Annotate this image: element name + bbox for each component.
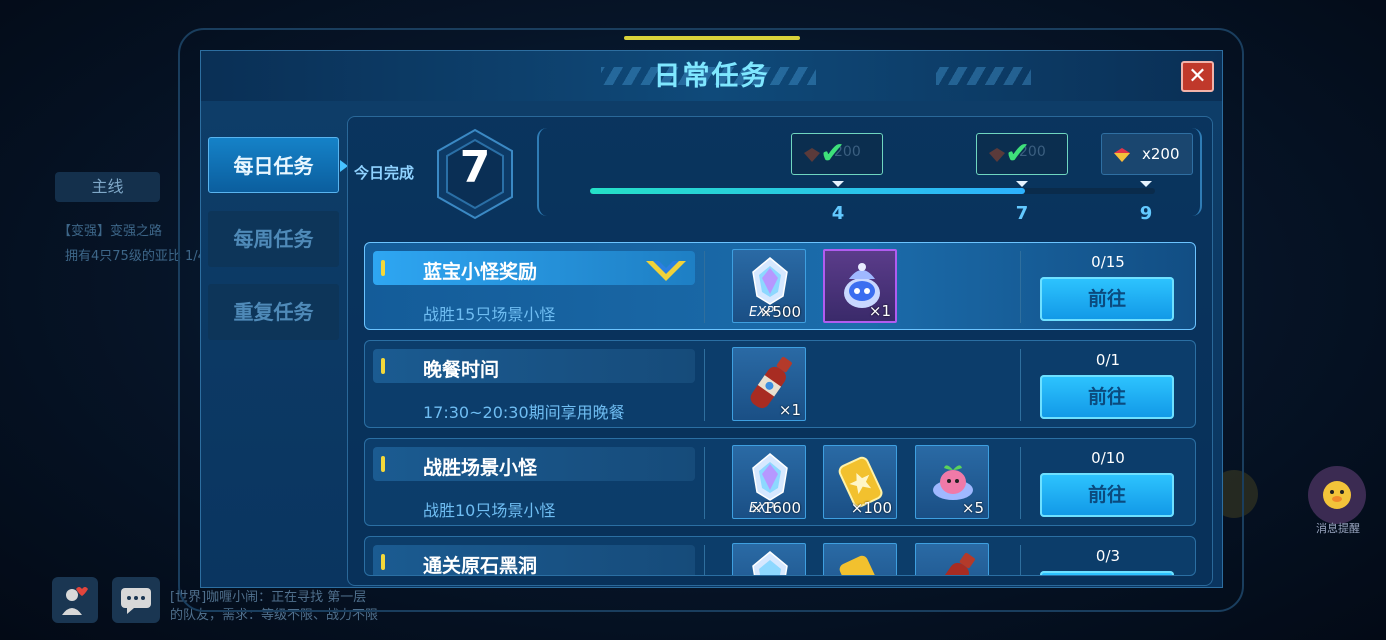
reward-item[interactable]: EXP ×500	[732, 249, 806, 323]
red-gem-icon	[1114, 148, 1130, 162]
task-name: 蓝宝小怪奖励	[423, 261, 538, 283]
special-reward-chevron-icon	[646, 261, 686, 281]
top-accent-line	[624, 36, 800, 40]
task-name: 晚餐时间	[423, 359, 500, 381]
mainline-tab[interactable]: 主线	[55, 172, 160, 202]
activity-progress-fill	[590, 188, 1025, 194]
task-pin-icon	[381, 358, 385, 374]
task-name-bar	[373, 349, 695, 383]
title-bar: 日常任务	[201, 51, 1222, 101]
today-completed-label: 今日完成	[354, 164, 415, 182]
task-pin-icon	[381, 554, 385, 570]
close-button[interactable]: ✕	[1181, 61, 1214, 92]
task-pin-icon	[381, 260, 385, 276]
task-progress: 0/1	[1095, 351, 1121, 369]
row-divider	[704, 447, 705, 519]
reward-qty: ×1600	[750, 499, 801, 517]
task-desc: 17:30~20:30期间享用晚餐	[423, 403, 625, 422]
task-desc: 战胜15只场景小怪	[423, 305, 556, 324]
task-row: 通关原石黑洞 0/3 前往	[364, 536, 1196, 576]
row-divider	[1020, 545, 1021, 575]
reward-item[interactable]: ×100	[823, 445, 897, 519]
reward-qty: ×5	[961, 499, 984, 517]
milestone-label: 4	[831, 203, 845, 224]
reward-item[interactable]	[732, 543, 806, 575]
quest-tracker-title[interactable]: 【变强】变强之路	[58, 220, 162, 239]
task-progress: 0/10	[1091, 449, 1125, 467]
cola-bottle-icon	[933, 552, 975, 575]
row-divider	[704, 545, 705, 575]
reward-item[interactable]: EXP ×1600	[732, 445, 806, 519]
row-divider	[704, 251, 705, 323]
reward-qty: ×100	[850, 499, 892, 517]
row-divider	[1020, 251, 1021, 323]
task-progress: 0/15	[1091, 253, 1125, 271]
reward-item[interactable]: ×5	[915, 445, 989, 519]
reward-item[interactable]	[915, 543, 989, 575]
task-row: 战胜场景小怪 战胜10只场景小怪 EXP ×1600 ×100 ×5 0/10 …	[364, 438, 1196, 526]
reward-qty: ×1	[778, 401, 801, 419]
task-desc: 战胜10只场景小怪	[423, 501, 556, 520]
today-completed-count: 7	[459, 142, 491, 193]
tab-weekly[interactable]: 每周任务	[208, 211, 339, 267]
go-button[interactable]: 前往	[1040, 571, 1174, 575]
red-gem-icon	[804, 148, 820, 162]
task-progress: 0/3	[1095, 547, 1121, 565]
reward-item[interactable]: ×1	[823, 249, 897, 323]
milestone-reward-4[interactable]: 200 ✔	[791, 133, 883, 175]
tab-repeat[interactable]: 重复任务	[208, 284, 339, 340]
milestone-reward-9[interactable]: x200	[1101, 133, 1193, 175]
milestone-reward-7[interactable]: 200 ✔	[976, 133, 1068, 175]
task-name: 战胜场景小怪	[423, 457, 538, 479]
reward-qty: ×1	[868, 302, 891, 320]
gold-star-ticket-icon	[839, 555, 882, 575]
dialog-title: 日常任务	[653, 61, 770, 92]
go-button[interactable]: 前往	[1040, 277, 1174, 321]
chat-button[interactable]	[112, 577, 160, 623]
reward-qty: ×500	[759, 303, 801, 321]
red-gem-icon	[989, 148, 1005, 162]
milestone-label: 7	[1015, 203, 1029, 224]
close-icon: ✕	[1188, 64, 1207, 89]
task-name: 通关原石黑洞	[423, 555, 538, 576]
row-divider	[1020, 447, 1021, 519]
task-row: 蓝宝小怪奖励 战胜15只场景小怪 EXP ×500 ×1 0/15 前往	[364, 242, 1196, 330]
reward-item[interactable]	[823, 543, 897, 575]
chat-bubble-icon	[121, 588, 151, 614]
task-pin-icon	[381, 456, 385, 472]
milestone-marker-icon	[1140, 181, 1152, 187]
reward-item[interactable]: ×1	[732, 347, 806, 421]
row-divider	[1020, 349, 1021, 421]
task-row: 晚餐时间 17:30~20:30期间享用晚餐 ×1 0/1 前往	[364, 340, 1196, 428]
milestone-qty: x200	[1142, 145, 1180, 163]
milestone-marker-icon	[832, 181, 844, 187]
milestone-marker-icon	[1016, 181, 1028, 187]
tab-daily[interactable]: 每日任务	[208, 137, 339, 193]
check-icon: ✔	[820, 136, 846, 171]
milestone-label: 9	[1139, 203, 1153, 224]
row-divider	[704, 349, 705, 421]
message-reminder-button[interactable]	[1308, 466, 1366, 524]
message-reminder-label: 消息提醒	[1316, 522, 1360, 535]
friends-button[interactable]	[52, 577, 98, 623]
duck-mascot-icon	[1323, 481, 1351, 509]
go-button[interactable]: 前往	[1040, 473, 1174, 517]
check-icon: ✔	[1005, 136, 1031, 171]
friends-icon	[62, 587, 88, 615]
go-button[interactable]: 前往	[1040, 375, 1174, 419]
exp-crystal-icon	[752, 551, 788, 575]
